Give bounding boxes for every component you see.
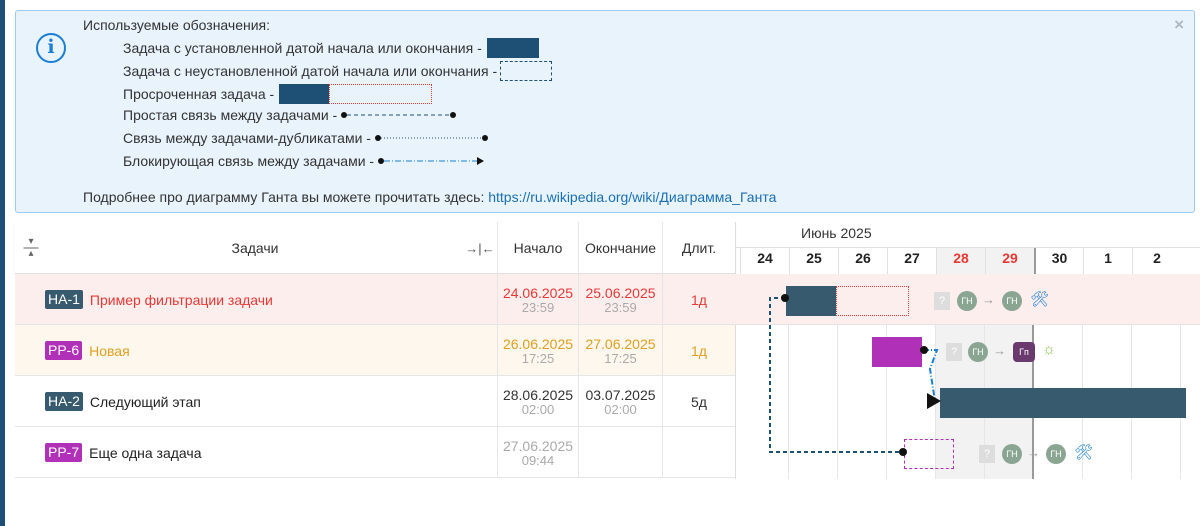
duration-cell: 1д (662, 274, 735, 325)
start-cell: 27.06.2025 09:44 (497, 427, 578, 478)
task-cell: HA-1 Пример фильтрации задачи (45, 274, 273, 325)
avatar[interactable]: Гп (1013, 342, 1035, 362)
column-header-start[interactable]: Начало (497, 222, 578, 274)
task-key-badge[interactable]: PP-6 (45, 341, 83, 360)
wikipedia-link[interactable]: https://ru.wikipedia.org/wiki/Диаграмма_… (488, 189, 776, 205)
link-start-dot (920, 346, 928, 354)
legend-item-simple-link: Простая связь между задачами - (123, 107, 458, 123)
task-key-badge[interactable]: HA-2 (45, 392, 83, 411)
resize-column-icon[interactable]: →|← (465, 222, 495, 274)
end-cell: 03.07.2025 02:00 (578, 376, 662, 427)
legend-item-overdue: Просроченная задача - (123, 84, 433, 104)
end-cell: 25.06.2025 23:59 (578, 274, 662, 325)
unknown-status-icon[interactable]: ? (979, 445, 995, 463)
gantt-month-label: Июнь 2025 (801, 225, 872, 241)
task-cell: PP-6 Новая (45, 325, 130, 376)
duration-cell: 1д (662, 325, 735, 376)
collapse-rows-icon[interactable]: ▾ — ▴ (20, 222, 42, 274)
gantt-day: 25 (789, 248, 838, 274)
legend-sample-dashed (500, 61, 553, 81)
tools-icon[interactable]: 🛠 (1074, 443, 1093, 461)
duration-cell: 5д (662, 376, 735, 427)
legend-title: Используемые обозначения: (83, 17, 271, 33)
lightbulb-icon[interactable]: ☼ (1042, 341, 1056, 358)
arrow-right-icon: → (982, 292, 995, 307)
avatar[interactable]: ГН (1046, 444, 1066, 464)
avatar[interactable]: ГН (1002, 291, 1022, 311)
link-pp6-ha2 (923, 349, 939, 402)
arrow-right-icon: → (993, 343, 1006, 358)
avatar[interactable]: ГН (968, 342, 988, 362)
close-icon[interactable]: × (1174, 15, 1184, 35)
avatar[interactable]: ГН (1002, 444, 1022, 464)
task-key-badge[interactable]: HA-1 (45, 290, 83, 309)
gantt-day: 26 (838, 248, 887, 274)
task-cell: PP-7 Еще одна задача (45, 427, 202, 478)
legend-sample-overdue (279, 84, 433, 104)
legend-sample-solid (486, 38, 539, 58)
task-key-badge[interactable]: PP-7 (45, 443, 83, 462)
task-title[interactable]: Новая (89, 343, 130, 359)
link-start-dot (781, 294, 789, 302)
column-header-duration[interactable]: Длит. (662, 222, 735, 274)
start-cell: 28.06.2025 02:00 (497, 376, 578, 427)
end-cell (578, 427, 662, 478)
unknown-status-icon[interactable]: ? (946, 343, 962, 361)
legend-item-fixed-date: Задача с установленной датой начала или … (123, 38, 539, 58)
legend-item-blocking-link: Блокирующая связь между задачами - (123, 153, 487, 169)
avatar[interactable]: ГН (957, 291, 977, 311)
gantt-day-today: 30 (1034, 248, 1083, 274)
gantt-day: 27 (887, 248, 936, 274)
gantt-day-weekend: 28 (936, 248, 985, 274)
legend-sample-blocking-link (378, 157, 485, 165)
gantt-day: 2 (1132, 248, 1181, 274)
gantt-day: 1 (1083, 248, 1132, 274)
tools-icon[interactable]: 🛠 (1030, 290, 1049, 308)
gantt-header: Июнь 2025 24 25 26 27 28 29 30 1 2 (735, 222, 1200, 274)
link-end-dot (899, 448, 907, 456)
gantt-day-weekend: 29 (985, 248, 1034, 274)
legend-item-duplicate-link: Связь между задачами-дубликатами - (123, 130, 492, 146)
table-row[interactable]: PP-6 Новая 26.06.2025 17:25 27.06.2025 17:… (15, 325, 735, 376)
start-cell: 26.06.2025 17:25 (497, 325, 578, 376)
left-edge-bar (0, 0, 5, 526)
duration-cell (662, 427, 735, 478)
table-row[interactable]: PP-7 Еще одна задача 27.06.2025 09:44 (15, 427, 735, 478)
legend-sample-duplicate-link (374, 135, 488, 141)
legend-panel: i × Используемые обозначения: Задача с у… (15, 10, 1195, 213)
column-header-end[interactable]: Окончание (578, 222, 662, 274)
task-cell: HA-2 Следующий этап (45, 376, 201, 427)
more-info-line: Подробнее про диаграмму Ганта вы можете … (83, 189, 777, 205)
table-row[interactable]: HA-2 Следующий этап 28.06.2025 02:00 03.0… (15, 376, 735, 427)
unknown-status-icon[interactable]: ? (934, 292, 950, 310)
legend-sample-simple-link (341, 112, 457, 118)
table-header: ▾ — ▴ Задачи →|← Начало Окончание Длит. (15, 222, 735, 274)
start-cell: 24.06.2025 23:59 (497, 274, 578, 325)
task-title[interactable]: Еще одна задача (89, 445, 201, 461)
gantt-day: 24 (740, 248, 789, 274)
arrow-right-icon: → (1027, 445, 1040, 460)
task-title[interactable]: Пример фильтрации задачи (90, 292, 273, 308)
column-header-tasks[interactable]: Задачи (45, 222, 465, 274)
link-ha1-pp7 (769, 297, 903, 453)
task-title[interactable]: Следующий этап (90, 394, 201, 410)
info-icon: i (36, 33, 66, 63)
end-cell: 27.06.2025 17:25 (578, 325, 662, 376)
legend-item-unset-date: Задача с неустановленной датой начала ил… (123, 61, 553, 81)
